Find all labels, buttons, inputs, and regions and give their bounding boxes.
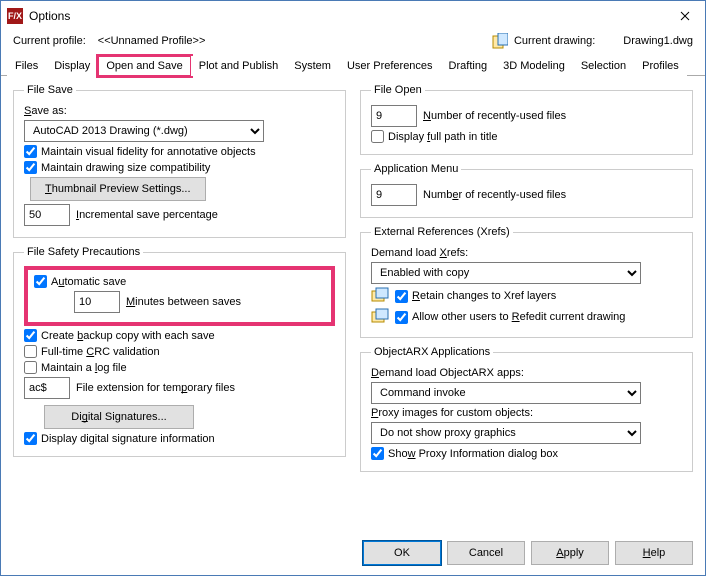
display-signature-checkbox[interactable]: Display digital signature information <box>24 432 215 445</box>
close-icon <box>680 11 690 21</box>
tab-plot-publish[interactable]: Plot and Publish <box>191 56 287 76</box>
legend-file-open: File Open <box>371 84 425 96</box>
tab-selection[interactable]: Selection <box>573 56 634 76</box>
maintain-visual-fidelity-checkbox[interactable]: Maintain visual fidelity for annotative … <box>24 145 256 158</box>
demand-load-arx-select[interactable]: Command invoke <box>371 382 641 404</box>
appmenu-recent-input[interactable] <box>371 184 417 206</box>
tab-files[interactable]: Files <box>7 56 46 76</box>
tab-profiles[interactable]: Profiles <box>634 56 687 76</box>
legend-objectarx: ObjectARX Applications <box>371 346 493 358</box>
autosave-highlight: Automatic save Minutes between saves <box>24 266 335 326</box>
maintain-visual-label: Maintain visual fidelity for annotative … <box>41 146 256 158</box>
current-drawing-label: Current drawing: <box>514 35 595 47</box>
save-as-format[interactable]: AutoCAD 2013 Drawing (*.dwg) <box>24 120 264 142</box>
automatic-save-checkbox[interactable]: Automatic save <box>34 275 126 288</box>
incremental-save-label: Incremental save percentage <box>76 209 218 221</box>
appmenu-recent-label: Number of recently-used files <box>423 189 566 201</box>
layers-icon <box>371 287 389 305</box>
show-proxy-label: Show Proxy Information dialog box <box>388 448 558 460</box>
maintain-size-checkbox[interactable]: Maintain drawing size compatibility <box>24 161 210 174</box>
cancel-button[interactable]: Cancel <box>447 541 525 565</box>
proxy-images-select[interactable]: Do not show proxy graphics <box>371 422 641 444</box>
allow-refedit-label: Allow other users to Refedit current dra… <box>412 311 625 323</box>
demand-load-xrefs-label: Demand load Xrefs: <box>371 247 468 259</box>
group-file-safety: File Safety Precautions Automatic save M… <box>13 246 346 457</box>
create-backup-label: Create backup copy with each save <box>41 330 215 342</box>
group-objectarx: ObjectARX Applications Demand load Objec… <box>360 346 693 472</box>
retain-xref-layers-label: Retain changes to Xref layers <box>412 290 556 302</box>
minutes-between-saves-label: Minutes between saves <box>126 296 241 308</box>
help-button[interactable]: Help <box>615 541 693 565</box>
log-file-label: Maintain a log file <box>41 362 127 374</box>
log-file-checkbox[interactable]: Maintain a log file <box>24 361 127 374</box>
apply-button[interactable]: Apply <box>531 541 609 565</box>
proxy-images-label: Proxy images for custom objects: <box>371 407 533 419</box>
retain-xref-layers-checkbox[interactable]: Retain changes to Xref layers <box>395 290 556 303</box>
digital-signatures-button[interactable]: Digital Signatures... <box>44 405 194 429</box>
incremental-save-input[interactable] <box>24 204 70 226</box>
tab-display[interactable]: Display <box>46 56 98 76</box>
create-backup-checkbox[interactable]: Create backup copy with each save <box>24 329 215 342</box>
legend-application-menu: Application Menu <box>371 163 461 175</box>
close-button[interactable] <box>665 1 705 31</box>
tab-strip: Files Display Open and Save Plot and Pub… <box>1 55 705 76</box>
tab-system[interactable]: System <box>286 56 339 76</box>
current-drawing-value: Drawing1.dwg <box>623 35 693 47</box>
current-profile-label: Current profile: <box>13 35 86 47</box>
app-icon: F/X <box>7 8 23 24</box>
tab-user-prefs[interactable]: User Preferences <box>339 56 441 76</box>
temp-file-ext-input[interactable] <box>24 377 70 399</box>
group-file-save: File Save Save as: AutoCAD 2013 Drawing … <box>13 84 346 238</box>
legend-file-safety: File Safety Precautions <box>24 246 143 258</box>
full-path-label: Display full path in title <box>388 131 497 143</box>
maintain-size-label: Maintain drawing size compatibility <box>41 162 210 174</box>
group-external-references: External References (Xrefs) Demand load … <box>360 226 693 338</box>
crc-validation-checkbox[interactable]: Full-time CRC validation <box>24 345 160 358</box>
display-signature-label: Display digital signature information <box>41 433 215 445</box>
legend-xrefs: External References (Xrefs) <box>371 226 513 238</box>
minutes-between-saves-input[interactable] <box>74 291 120 313</box>
demand-load-arx-label: Demand load ObjectARX apps: <box>371 367 524 379</box>
tab-3d-modeling[interactable]: 3D Modeling <box>495 56 573 76</box>
tab-drafting[interactable]: Drafting <box>441 56 496 76</box>
allow-refedit-checkbox[interactable]: Allow other users to Refedit current dra… <box>395 311 625 324</box>
automatic-save-label: Automatic save <box>51 276 126 288</box>
group-file-open: File Open Number of recently-used files … <box>360 84 693 155</box>
dialog-footer: OK Cancel Apply Help <box>1 533 705 575</box>
temp-file-ext-label: File extension for temporary files <box>76 382 235 394</box>
left-column: File Save Save as: AutoCAD 2013 Drawing … <box>13 84 346 529</box>
save-as-label: Save as: <box>24 105 67 117</box>
ok-button[interactable]: OK <box>363 541 441 565</box>
show-proxy-checkbox[interactable]: Show Proxy Information dialog box <box>371 447 558 460</box>
recent-files-label: Number of recently-used files <box>423 110 566 122</box>
demand-load-xrefs-select[interactable]: Enabled with copy <box>371 262 641 284</box>
titlebar: F/X Options <box>1 1 705 31</box>
legend-file-save: File Save <box>24 84 76 96</box>
tab-open-and-save[interactable]: Open and Save <box>98 56 190 76</box>
drawing-icon <box>492 33 508 49</box>
layers-icon <box>371 308 389 326</box>
window-title: Options <box>29 9 665 23</box>
recent-files-input[interactable] <box>371 105 417 127</box>
full-path-checkbox[interactable]: Display full path in title <box>371 130 497 143</box>
crc-validation-label: Full-time CRC validation <box>41 346 160 358</box>
group-application-menu: Application Menu Number of recently-used… <box>360 163 693 218</box>
current-profile-value: <<Unnamed Profile>> <box>98 35 206 47</box>
options-dialog: F/X Options Current profile: <<Unnamed P… <box>0 0 706 576</box>
options-body: File Save Save as: AutoCAD 2013 Drawing … <box>1 76 705 533</box>
thumbnail-preview-button[interactable]: Thumbnail Preview Settings... <box>30 177 206 201</box>
header-row: Current profile: <<Unnamed Profile>> Cur… <box>1 31 705 55</box>
right-column: File Open Number of recently-used files … <box>360 84 693 529</box>
